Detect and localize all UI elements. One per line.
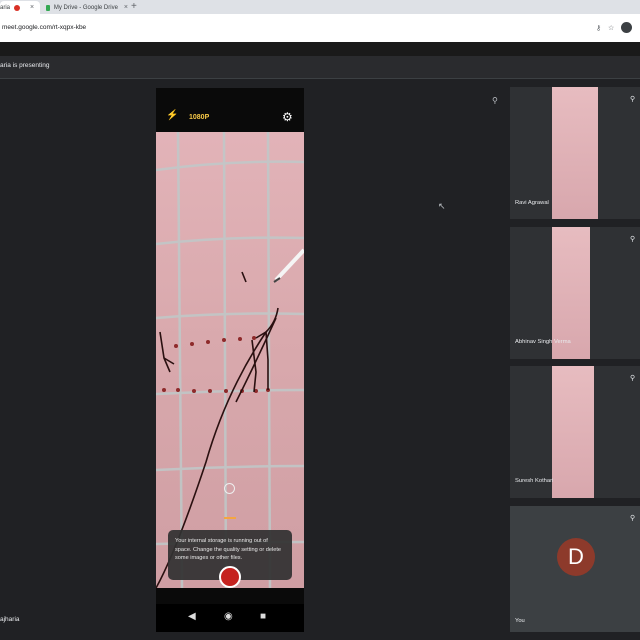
camera-viewfinder (156, 132, 304, 588)
participant-tile[interactable]: ⚲ Ravi Agrawal (510, 87, 640, 219)
pin-icon[interactable]: ⚲ (630, 514, 635, 522)
breadboard-image (156, 132, 304, 588)
star-icon[interactable]: ☆ (608, 24, 614, 32)
participant-video (552, 87, 598, 219)
key-icon[interactable]: ⚷ (596, 24, 601, 32)
resolution-label: 1080P (189, 114, 210, 121)
gear-icon: ⚙ (282, 110, 293, 124)
url-text[interactable]: meet.google.com/rt-xqpx-kbe (2, 24, 86, 31)
close-tab-icon[interactable]: × (30, 4, 34, 11)
recents-icon: ■ (260, 611, 267, 622)
participant-tile[interactable]: ⚲ Suresh Kothari (510, 366, 640, 498)
new-tab-button[interactable]: + (131, 1, 137, 13)
tab-meet[interactable]: aria × (0, 1, 40, 14)
tab-label: My Drive - Google Drive (53, 4, 118, 11)
bookmarks-bar (0, 42, 640, 56)
participant-video (552, 366, 594, 498)
tab-label: aria (0, 4, 11, 11)
pin-icon[interactable]: ⚲ (492, 96, 498, 105)
tab-bar: aria × My Drive - Google Drive × + (0, 0, 640, 14)
participant-name: Suresh Kothari (515, 478, 554, 484)
participant-name: You (515, 618, 525, 624)
presenter-name: ajharia (0, 616, 20, 623)
back-icon: ◀ (188, 611, 196, 622)
presenting-banner (0, 56, 640, 79)
flash-icon: ⚡ (166, 110, 179, 121)
participant-tile-self[interactable]: D ⚲ You (510, 506, 640, 632)
pin-icon[interactable]: ⚲ (630, 95, 635, 103)
drive-icon (46, 4, 50, 11)
profile-avatar[interactable] (621, 22, 632, 33)
camera-top-bar: ⚡ 1080P ⚙ (156, 88, 304, 132)
close-tab-icon[interactable]: × (124, 4, 128, 11)
mouse-cursor-icon: ↖ (438, 201, 446, 211)
mode-indicator (224, 517, 236, 519)
participant-name: Ravi Agrawal (515, 200, 549, 206)
presenting-label: aria is presenting (0, 62, 50, 69)
android-nav-bar: ◀ ◉ ■ (156, 604, 304, 632)
switch-camera-button (224, 483, 235, 494)
record-dot-icon (14, 4, 21, 11)
presentation-screen: ⚡ 1080P ⚙ Your internal storage is runni… (156, 88, 304, 632)
tab-drive[interactable]: My Drive - Google Drive × (42, 1, 128, 14)
pin-icon[interactable]: ⚲ (630, 235, 635, 243)
pin-icon[interactable]: ⚲ (630, 374, 635, 382)
participant-tile[interactable]: ⚲ Abhinav Singh Verma (510, 227, 640, 359)
home-icon: ◉ (224, 611, 233, 622)
record-button (219, 566, 241, 588)
participant-name: Abhinav Singh Verma (515, 339, 571, 345)
avatar: D (557, 538, 595, 576)
address-bar[interactable] (0, 14, 640, 43)
